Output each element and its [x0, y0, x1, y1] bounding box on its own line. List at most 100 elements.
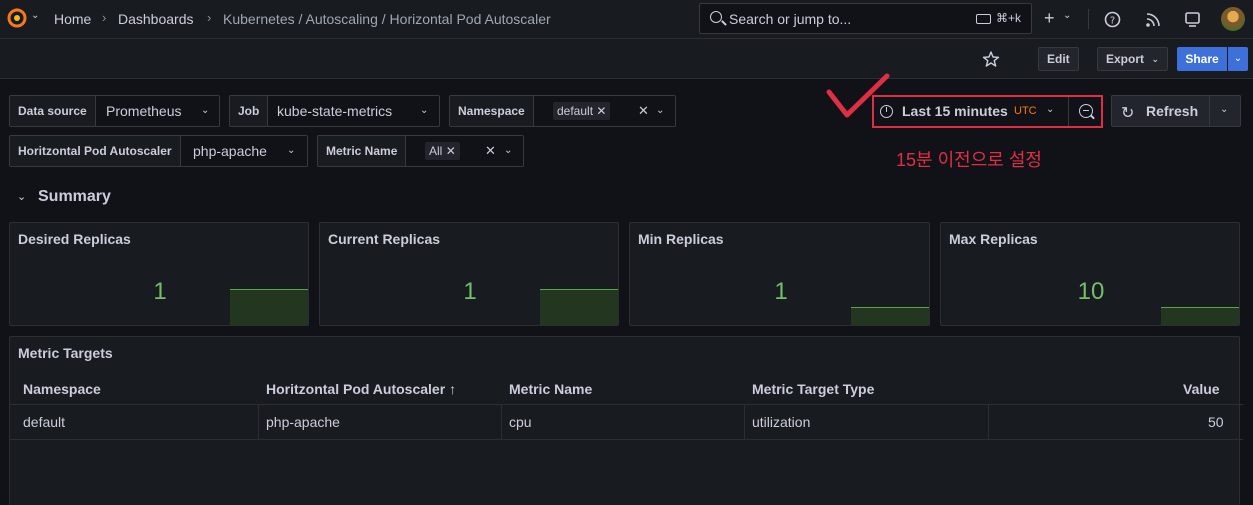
column-divider [988, 405, 989, 439]
panel-title: Min Replicas [638, 231, 724, 247]
stat-value: 1 [463, 278, 477, 305]
variable-value: php-apache [193, 143, 267, 159]
star-icon[interactable] [982, 50, 1000, 68]
variable-data-source[interactable]: Data source Prometheus ⌄ [9, 95, 220, 127]
metric-name-chip[interactable]: All ✕ [425, 142, 460, 160]
chip-label: All [429, 144, 443, 158]
variable-hpa[interactable]: Horitzontal Pod Autoscaler php-apache ⌄ [9, 135, 308, 167]
chevron-down-icon: ⌄ [1151, 54, 1159, 64]
breadcrumb-current-dashboard: Kubernetes / Autoscaling / Horizontal Po… [223, 11, 551, 27]
chevron-down-icon: ⌄ [201, 105, 210, 116]
stat-panel-desired-replicas[interactable]: Desired Replicas 1 [9, 222, 309, 326]
sparkline [851, 307, 929, 325]
chip-remove-icon[interactable]: ✕ [596, 104, 606, 118]
edit-button[interactable]: Edit [1038, 47, 1079, 71]
divider [1088, 9, 1089, 29]
variable-job[interactable]: Job kube-state-metrics ⌄ [229, 95, 440, 127]
user-avatar[interactable] [1221, 7, 1245, 31]
clear-icon[interactable]: ✕ [485, 136, 496, 166]
stat-panel-max-replicas[interactable]: Max Replicas 10 [940, 222, 1240, 326]
chevron-down-icon[interactable]: ⌄ [31, 10, 39, 21]
search-placeholder: Search or jump to... [729, 11, 852, 27]
column-divider [501, 405, 502, 439]
panel-title: Metric Targets [18, 345, 113, 361]
chevron-down-icon: ⌄ [420, 105, 429, 116]
sparkline [1161, 307, 1239, 325]
table-panel-metric-targets: Metric Targets [9, 336, 1240, 505]
svg-text:?: ? [1110, 16, 1115, 27]
chevron-down-icon: ⌄ [287, 145, 296, 156]
top-navigation-bar: ⌄ Home › Dashboards › Kubernetes / Autos… [0, 0, 1253, 39]
table-cell: php-apache [266, 414, 340, 430]
chevron-down-icon: ⌄ [656, 105, 665, 116]
plus-icon[interactable]: + [1044, 8, 1055, 29]
variable-label: Horitzontal Pod Autoscaler [10, 136, 181, 166]
chevron-right-icon: › [207, 10, 212, 25]
export-button[interactable]: Export ⌄ [1097, 47, 1168, 71]
stat-value: 1 [774, 278, 788, 305]
row-title: Summary [38, 188, 111, 205]
divider [1209, 96, 1210, 126]
chevron-down-icon[interactable]: ⌄ [1063, 10, 1071, 21]
column-divider [258, 405, 259, 439]
variable-namespace[interactable]: Namespace default ✕ ✕ ⌄ [449, 95, 676, 127]
stat-value: 1 [153, 278, 167, 305]
variable-label: Metric Name [318, 136, 407, 166]
refresh-interval-chevron-icon[interactable]: ⌄ [1220, 104, 1228, 115]
variable-value: Prometheus [106, 103, 182, 119]
chevron-down-icon: ⌄ [1046, 104, 1055, 115]
annotation-text: 15분 이전으로 설정 [896, 150, 1042, 170]
refresh-icon: ↻ [1121, 105, 1135, 122]
time-range-label: Last 15 minutes [902, 103, 1008, 119]
rss-news-icon[interactable] [1145, 11, 1162, 28]
chevron-right-icon: › [102, 10, 107, 25]
grafana-logo-icon[interactable] [6, 7, 28, 29]
search-icon [710, 11, 722, 23]
time-range-picker[interactable]: Last 15 minutes UTC ⌄ [872, 95, 1103, 128]
column-divider [744, 405, 745, 439]
column-header-hpa[interactable]: Horitzontal Pod Autoscaler ↑ [266, 381, 456, 397]
column-header-label: Horitzontal Pod Autoscaler [266, 381, 446, 397]
refresh-label: Refresh [1146, 103, 1199, 119]
breadcrumb-dashboards[interactable]: Dashboards [118, 11, 194, 27]
sort-ascending-icon: ↑ [449, 381, 457, 397]
monitor-kiosk-icon[interactable] [1184, 11, 1201, 28]
breadcrumb-home[interactable]: Home [54, 11, 91, 27]
table-cell: 50 [1208, 414, 1224, 430]
divider [1068, 97, 1069, 126]
column-header-namespace[interactable]: Namespace [23, 381, 101, 397]
search-shortcut: ⌘+k [996, 11, 1022, 25]
panel-title: Current Replicas [328, 231, 441, 247]
variable-value: kube-state-metrics [277, 103, 393, 119]
variable-label: Namespace [450, 96, 534, 126]
export-label: Export [1106, 52, 1145, 66]
chevron-down-icon: ⌄ [504, 145, 513, 156]
table-cell: cpu [509, 414, 532, 430]
stat-value: 10 [1077, 278, 1105, 305]
column-header-metric-name[interactable]: Metric Name [509, 381, 592, 397]
stat-panel-current-replicas[interactable]: Current Replicas 1 [319, 222, 619, 326]
refresh-button[interactable]: ↻ Refresh ⌄ [1111, 95, 1241, 127]
namespace-chip[interactable]: default ✕ [553, 102, 611, 120]
variable-metric-name[interactable]: Metric Name All ✕ ✕ ⌄ [317, 135, 524, 167]
zoom-out-icon[interactable] [1079, 104, 1093, 118]
variable-label: Data source [10, 96, 96, 126]
stat-panel-min-replicas[interactable]: Min Replicas 1 [629, 222, 930, 326]
help-icon[interactable]: ? [1104, 11, 1121, 28]
clock-icon [880, 105, 893, 118]
table-row-divider [9, 439, 1243, 440]
sparkline [540, 289, 618, 325]
keyboard-icon [976, 14, 991, 24]
chip-remove-icon[interactable]: ✕ [446, 144, 456, 158]
table-cell: default [23, 414, 66, 430]
panel-title: Max Replicas [949, 231, 1038, 247]
column-header-metric-target-type[interactable]: Metric Target Type [752, 381, 874, 397]
panel-title: Desired Replicas [18, 231, 131, 247]
share-dropdown-chevron-icon[interactable]: ⌄ [1228, 47, 1248, 71]
chip-label: default [557, 104, 594, 118]
column-header-value[interactable]: Value [1183, 381, 1220, 397]
share-button[interactable]: Share [1177, 47, 1227, 71]
search-input[interactable]: Search or jump to... ⌘+k [699, 3, 1032, 34]
table-header-divider [9, 404, 1243, 405]
clear-icon[interactable]: ✕ [638, 96, 649, 126]
